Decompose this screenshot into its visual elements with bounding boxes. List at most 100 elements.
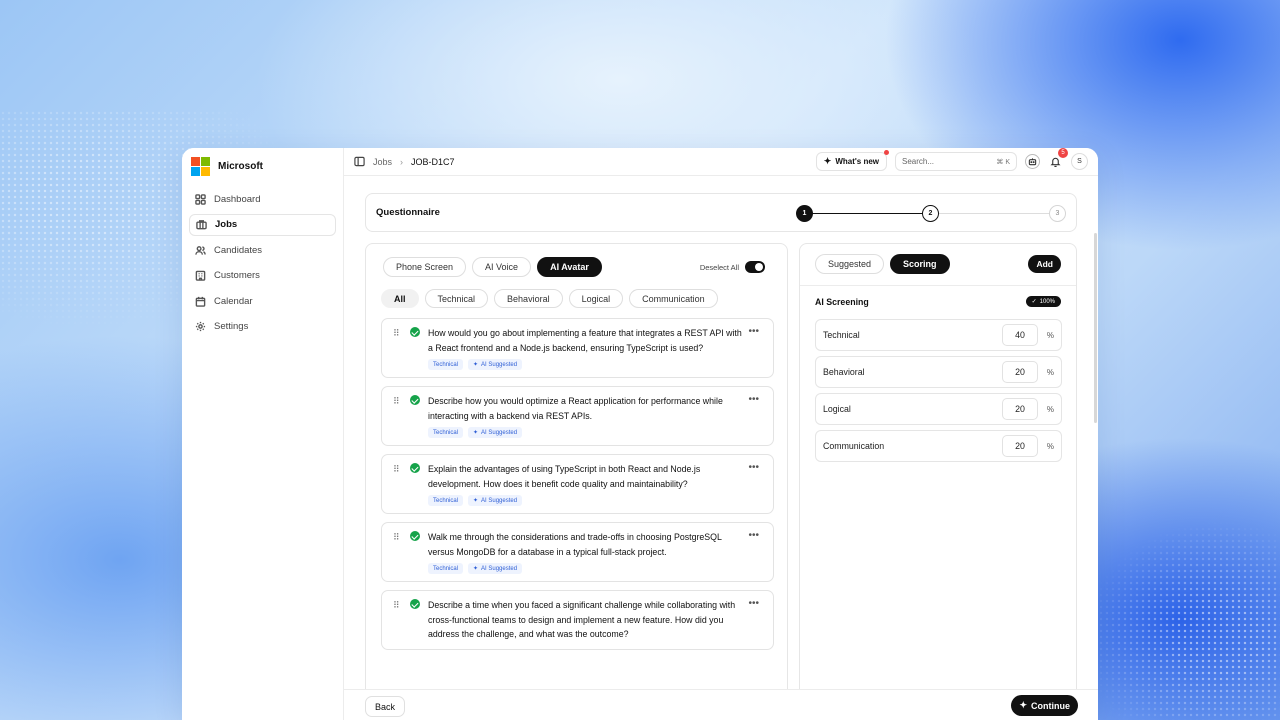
- question-card[interactable]: ⠿ ••• Describe how you would optimize a …: [381, 386, 774, 446]
- drag-handle-icon[interactable]: ⠿: [393, 396, 400, 407]
- topbar-actions: ✦ What's new Search... ⌘ K 5 S: [815, 148, 1088, 171]
- avatar[interactable]: S: [1071, 153, 1088, 170]
- category-filters: All Technical Behavioral Logical Communi…: [381, 289, 718, 308]
- filter-communication[interactable]: Communication: [629, 289, 718, 308]
- question-list: ⠿ ••• How would you go about implementin…: [381, 318, 774, 658]
- sidebar-item-calendar[interactable]: Calendar: [189, 290, 336, 312]
- brand[interactable]: Microsoft: [182, 148, 343, 184]
- score-row-behavioral: Behavioral 20 %: [815, 356, 1062, 388]
- stepper-title: Questionnaire: [376, 207, 440, 218]
- question-card[interactable]: ⠿ ••• How would you go about implementin…: [381, 318, 774, 378]
- filter-technical[interactable]: Technical: [424, 289, 489, 308]
- interview-type-tabs: Phone Screen AI Voice AI Avatar: [383, 257, 602, 277]
- question-tags: Technical ✦ AI Suggested: [428, 563, 743, 574]
- breadcrumb-jobs[interactable]: Jobs: [373, 157, 392, 167]
- question-card[interactable]: ⠿ ••• Walk me through the considerations…: [381, 522, 774, 582]
- more-options-icon[interactable]: •••: [748, 462, 759, 473]
- building-icon: [195, 270, 206, 281]
- sidebar-item-candidates[interactable]: Candidates: [189, 239, 336, 261]
- bot-icon[interactable]: [1025, 154, 1040, 169]
- drag-handle-icon[interactable]: ⠿: [393, 464, 400, 475]
- back-button[interactable]: Back: [365, 696, 406, 717]
- brand-name: Microsoft: [218, 160, 263, 172]
- sidebar-item-jobs[interactable]: Jobs: [189, 213, 336, 236]
- tab-phone-screen[interactable]: Phone Screen: [383, 257, 467, 277]
- whats-new-button[interactable]: ✦ What's new: [815, 150, 889, 171]
- total-percentage-badge: ✓ 100%: [1025, 296, 1061, 307]
- step-1[interactable]: 1: [796, 205, 813, 222]
- question-tags: Technical ✦ AI Suggested: [428, 427, 743, 438]
- question-text: Walk me through the considerations and t…: [428, 532, 722, 557]
- step-connector-pending: [931, 213, 1058, 214]
- score-weights: Technical 40 % Behavioral 20 % Logical 2…: [815, 319, 1062, 467]
- sidebar-item-customers[interactable]: Customers: [189, 265, 336, 287]
- score-input[interactable]: 20: [1002, 361, 1038, 383]
- drag-handle-icon[interactable]: ⠿: [393, 600, 400, 611]
- step-2[interactable]: 2: [922, 205, 939, 222]
- search-shortcut: ⌘ K: [996, 158, 1010, 166]
- filter-behavioral[interactable]: Behavioral: [494, 289, 563, 308]
- add-button[interactable]: Add: [1028, 255, 1061, 273]
- check-circle-icon[interactable]: [410, 395, 420, 405]
- sidebar-item-settings[interactable]: Settings: [189, 316, 336, 338]
- check-circle-icon[interactable]: [410, 531, 420, 541]
- sidebar: Microsoft Dashboard Jobs Candidates Cust…: [182, 148, 344, 720]
- percent-sign: %: [1046, 330, 1054, 340]
- notification-bell-icon[interactable]: 5: [1048, 148, 1068, 169]
- question-tags: Technical ✦ AI Suggested: [428, 495, 743, 506]
- sparkle-icon: ✦: [1019, 700, 1027, 710]
- search-input[interactable]: Search... ⌘ K: [895, 152, 1017, 171]
- sidebar-item-label: Settings: [214, 321, 249, 332]
- score-input[interactable]: 20: [1002, 398, 1038, 420]
- score-label: Communication: [823, 441, 885, 451]
- questionnaire-stepper: Questionnaire 1 2 3: [365, 193, 1077, 232]
- tab-suggested[interactable]: Suggested: [815, 254, 885, 274]
- users-icon: [195, 245, 206, 255]
- question-text: How would you go about implementing a fe…: [428, 328, 742, 353]
- more-options-icon[interactable]: •••: [748, 598, 759, 609]
- score-input[interactable]: 20: [1002, 435, 1038, 457]
- notification-badge: 5: [1058, 148, 1068, 158]
- check-circle-icon[interactable]: [410, 599, 420, 609]
- drag-handle-icon[interactable]: ⠿: [393, 328, 400, 339]
- question-card[interactable]: ⠿ ••• Explain the advantages of using Ty…: [381, 454, 774, 514]
- calendar-icon: [195, 296, 206, 307]
- filter-logical[interactable]: Logical: [568, 289, 624, 308]
- question-text: Describe a time when you faced a signifi…: [428, 600, 736, 639]
- sidebar-item-label: Dashboard: [214, 193, 261, 205]
- stepper-progress: 1 2 3: [796, 204, 1067, 222]
- percent-sign: %: [1046, 367, 1054, 377]
- more-options-icon[interactable]: •••: [748, 326, 759, 337]
- more-options-icon[interactable]: •••: [748, 394, 759, 405]
- question-card[interactable]: ⠿ ••• Describe a time when you faced a s…: [381, 590, 774, 650]
- sparkle-icon: ✦: [473, 498, 479, 504]
- category-tag: Technical: [428, 495, 464, 506]
- check-circle-icon[interactable]: [410, 463, 420, 473]
- category-tag: Technical: [428, 427, 464, 438]
- ai-suggested-tag: ✦ AI Suggested: [468, 359, 523, 370]
- scrollbar[interactable]: [1094, 233, 1097, 423]
- continue-label: Continue: [1031, 700, 1070, 711]
- tab-scoring[interactable]: Scoring: [890, 254, 950, 274]
- category-tag: Technical: [428, 563, 464, 574]
- filter-all[interactable]: All: [381, 289, 419, 308]
- sidebar-item-dashboard[interactable]: Dashboard: [189, 188, 336, 210]
- sidebar-item-label: Candidates: [214, 244, 263, 256]
- deselect-all-toggle[interactable]: [745, 261, 765, 273]
- sidebar-item-label: Customers: [214, 270, 260, 281]
- score-label: Behavioral: [823, 367, 865, 377]
- drag-handle-icon[interactable]: ⠿: [393, 532, 400, 543]
- score-input[interactable]: 40: [1002, 324, 1038, 346]
- question-text: Describe how you would optimize a React …: [428, 396, 723, 421]
- sidebar-nav: Dashboard Jobs Candidates Customers Cale…: [182, 184, 343, 345]
- step-3[interactable]: 3: [1049, 205, 1066, 222]
- check-circle-icon[interactable]: [410, 327, 420, 337]
- question-text: Explain the advantages of using TypeScri…: [428, 464, 701, 489]
- tab-ai-voice[interactable]: AI Voice: [472, 257, 532, 277]
- total-percentage-label: 100%: [1039, 298, 1055, 305]
- sidebar-toggle-icon[interactable]: [354, 156, 365, 167]
- tab-ai-avatar[interactable]: AI Avatar: [537, 257, 602, 277]
- more-options-icon[interactable]: •••: [748, 530, 759, 541]
- continue-button[interactable]: ✦ Continue: [1011, 695, 1078, 716]
- sparkle-icon: ✦: [473, 362, 479, 368]
